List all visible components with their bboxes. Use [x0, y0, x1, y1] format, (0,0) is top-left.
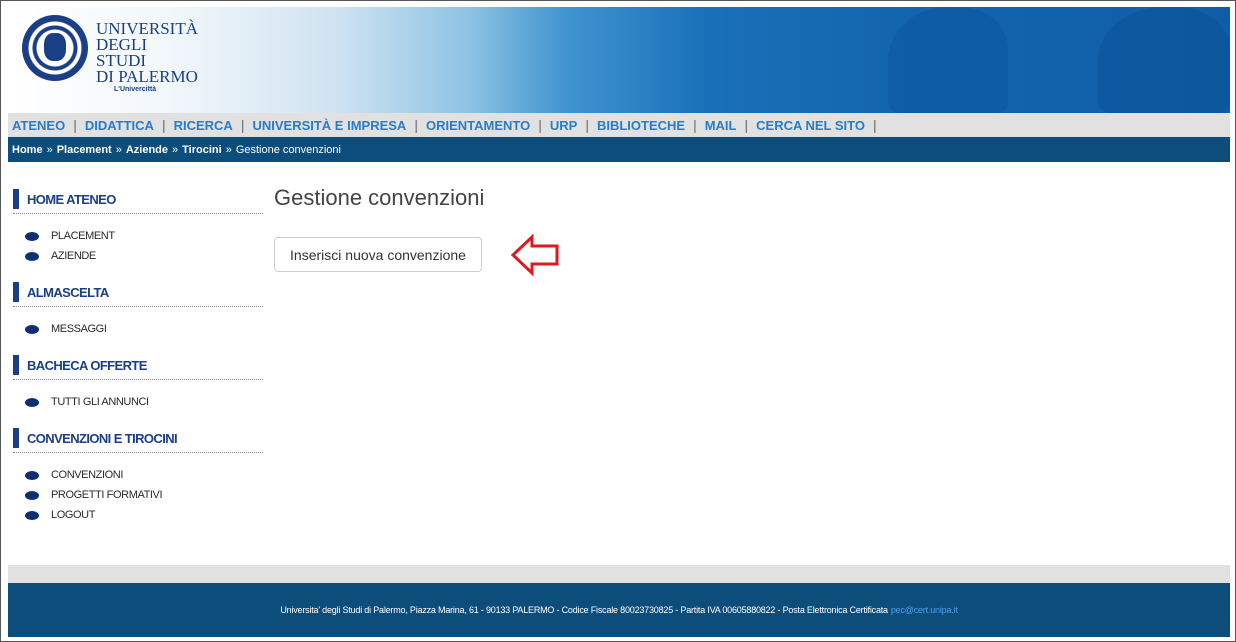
seal-emblem: [44, 33, 66, 61]
statue-decoration: [1098, 7, 1230, 113]
sidebar-item-label: TUTTI GLI ANNUNCI: [51, 396, 149, 408]
sidebar-item-tutti-gli-annunci[interactable]: TUTTI GLI ANNUNCI: [13, 392, 263, 412]
sidebar-item-progetti-formativi[interactable]: PROGETTI FORMATIVI: [13, 485, 263, 505]
nav-separator: |: [240, 117, 245, 133]
breadcrumb-separator: »: [225, 143, 232, 156]
breadcrumb-separator: »: [46, 143, 53, 156]
sidebar-list: PLACEMENT AZIENDE: [13, 226, 263, 266]
nav-separator: |: [73, 117, 77, 133]
nav-mail[interactable]: MAIL: [705, 118, 737, 133]
heading-bar-icon: [13, 282, 19, 302]
nav-separator: |: [414, 117, 418, 133]
university-logo[interactable]: UNIVERSITÀ DEGLI STUDI DI PALERMO L'Univ…: [18, 13, 198, 105]
sidebar-heading[interactable]: HOME ATENEO: [13, 185, 263, 214]
bullet-dot-icon: [25, 251, 39, 261]
sidebar-heading-label: HOME ATENEO: [27, 191, 116, 207]
footer: Universita' degli Studi di Palermo, Piaz…: [8, 583, 1230, 637]
bullet-dot-icon: [25, 231, 39, 241]
nav-urp[interactable]: URP: [550, 118, 577, 133]
sidebar-section-bacheca-offerte: BACHECA OFFERTE TUTTI GLI ANNUNCI: [13, 351, 263, 412]
nav-ateneo[interactable]: ATENEO: [12, 118, 65, 133]
new-convention-button[interactable]: Inserisci nuova convenzione: [274, 237, 482, 272]
sidebar-heading-label: CONVENZIONI E TIROCINI: [27, 430, 178, 446]
page: UNIVERSITÀ DEGLI STUDI DI PALERMO L'Univ…: [8, 7, 1230, 637]
statue-decoration: [888, 7, 1008, 113]
logo-line: DI PALERMO: [96, 67, 198, 86]
sidebar-heading[interactable]: BACHECA OFFERTE: [13, 351, 263, 380]
bullet-dot-icon: [25, 324, 39, 334]
heading-bar-icon: [13, 428, 19, 448]
sidebar-list: TUTTI GLI ANNUNCI: [13, 392, 263, 412]
breadcrumb: Home » Placement » Aziende » Tirocini » …: [8, 137, 1230, 162]
heading-bar-icon: [13, 189, 19, 209]
nav-separator: |: [538, 117, 542, 133]
sidebar-item-placement[interactable]: PLACEMENT: [13, 226, 263, 246]
left-arrow-outline-icon: [510, 233, 559, 277]
sidebar-section-home-ateneo: HOME ATENEO PLACEMENT AZIENDE: [13, 185, 263, 266]
nav-separator: |: [872, 117, 877, 133]
nav-separator: |: [693, 117, 697, 133]
sidebar-section-convenzioni-e-tirocini: CONVENZIONI E TIROCINI CONVENZIONI PROGE…: [13, 424, 263, 525]
sidebar-heading-label: ALMASCELTA: [27, 284, 109, 300]
nav-separator: |: [161, 117, 166, 133]
sidebar-item-label: LOGOUT: [51, 509, 96, 521]
university-seal-icon: [22, 15, 88, 81]
nav-ricerca[interactable]: RICERCA: [174, 118, 233, 133]
breadcrumb-aziende[interactable]: Aziende: [126, 144, 168, 156]
sidebar-item-logout[interactable]: LOGOUT: [13, 505, 263, 525]
sidebar-section-almascelta: ALMASCELTA MESSAGGI: [13, 278, 263, 339]
breadcrumb-current: Gestione convenzioni: [235, 143, 341, 156]
sidebar-item-label: AZIENDE: [51, 250, 96, 262]
sidebar-heading[interactable]: ALMASCELTA: [13, 278, 263, 307]
bullet-dot-icon: [25, 490, 39, 500]
sidebar-item-label: MESSAGGI: [51, 323, 107, 335]
bullet-dot-icon: [25, 510, 39, 520]
logo-line: DEGLI STUDI: [96, 35, 147, 70]
bullet-dot-icon: [25, 470, 39, 480]
breadcrumb-tirocini[interactable]: Tirocini: [182, 144, 222, 156]
top-navigation: ATENEO | DIDATTICA | RICERCA | UNIVERSITÀ E…: [8, 113, 1230, 137]
bullet-dot-icon: [25, 397, 39, 407]
breadcrumb-separator: »: [115, 143, 122, 156]
sidebar: HOME ATENEO PLACEMENT AZIENDE ALMASCELTA…: [13, 185, 263, 537]
nav-universita-e-impresa[interactable]: UNIVERSITÀ E IMPRESA: [252, 118, 406, 133]
breadcrumb-separator: »: [172, 143, 179, 156]
sidebar-item-label: PLACEMENT: [51, 230, 115, 242]
nav-cerca-nel-sito[interactable]: CERCA NEL SITO: [756, 118, 865, 133]
sidebar-item-aziende[interactable]: AZIENDE: [13, 246, 263, 266]
sidebar-item-messaggi[interactable]: MESSAGGI: [13, 319, 263, 339]
sidebar-heading-label: BACHECA OFFERTE: [27, 357, 147, 373]
breadcrumb-placement[interactable]: Placement: [57, 144, 112, 156]
heading-bar-icon: [13, 355, 19, 375]
header-banner: UNIVERSITÀ DEGLI STUDI DI PALERMO L'Univ…: [8, 7, 1230, 113]
footer-text: Universita' degli Studi di Palermo, Piaz…: [280, 605, 888, 615]
nav-didattica[interactable]: DIDATTICA: [85, 118, 154, 133]
sidebar-item-label: CONVENZIONI: [51, 469, 123, 481]
screenshot-frame: UNIVERSITÀ DEGLI STUDI DI PALERMO L'Univ…: [0, 0, 1236, 642]
footer-divider: [8, 565, 1230, 583]
sidebar-item-label: PROGETTI FORMATIVI: [51, 489, 163, 501]
sidebar-list: CONVENZIONI PROGETTI FORMATIVI LOGOUT: [13, 465, 263, 525]
nav-separator: |: [744, 117, 749, 133]
nav-separator: |: [585, 117, 589, 133]
logo-tagline: L'Univercittà: [114, 86, 157, 93]
page-title: Gestione convenzioni: [274, 185, 485, 210]
nav-orientamento[interactable]: ORIENTAMENTO: [426, 118, 530, 133]
footer-pec-link[interactable]: pec@cert.unipa.it: [891, 605, 958, 615]
sidebar-list: MESSAGGI: [13, 319, 263, 339]
nav-biblioteche[interactable]: BIBLIOTECHE: [597, 118, 685, 133]
logo-wordmark: UNIVERSITÀ DEGLI STUDI DI PALERMO: [96, 20, 198, 86]
sidebar-heading[interactable]: CONVENZIONI E TIROCINI: [13, 424, 263, 453]
sidebar-item-convenzioni[interactable]: CONVENZIONI: [13, 465, 263, 485]
breadcrumb-home[interactable]: Home: [12, 144, 43, 156]
